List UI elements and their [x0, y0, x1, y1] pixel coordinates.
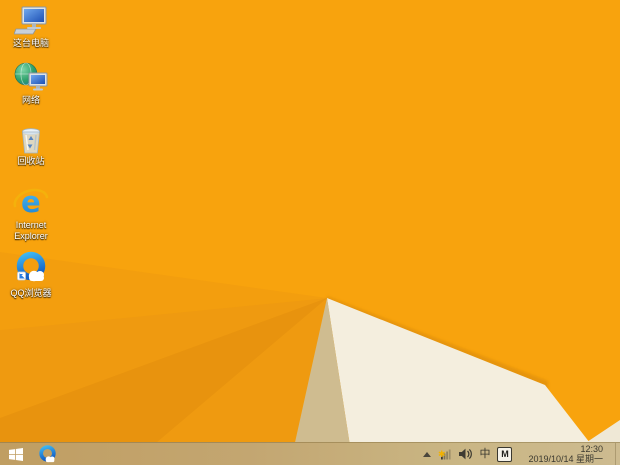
desktop-icon-label: QQ浏览器 — [10, 288, 52, 298]
network-status-button[interactable]: ✱ — [438, 448, 452, 461]
taskbar-qq-browser-button[interactable] — [32, 443, 62, 465]
qq-browser-icon — [38, 444, 56, 462]
desktop-icon-label: 这台电脑 — [12, 38, 49, 48]
taskbar: ✱ 中 M 12:30 2019/10/14 星期一 — [0, 442, 620, 465]
system-tray: ✱ 中 M 12:30 2019/10/14 星期一 — [423, 442, 620, 465]
chevron-up-icon — [423, 451, 432, 457]
taskbar-clock[interactable]: 12:30 2019/10/14 星期一 — [528, 444, 603, 464]
desktop: 这台电脑 网络 回收站 e Internet Explorer QQ浏览器 ✱ … — [0, 0, 620, 465]
recycle-bin-icon — [22, 128, 40, 154]
this-pc-icon — [14, 6, 47, 35]
show-hidden-icons-button[interactable] — [423, 451, 432, 457]
wallpaper — [0, 0, 620, 465]
internet-explorer-icon: e — [13, 185, 49, 219]
ime-badge[interactable]: M — [497, 446, 513, 462]
show-desktop-button[interactable] — [615, 442, 620, 465]
network-warning-icon: ✱ — [438, 449, 452, 459]
windows-logo-icon — [9, 447, 23, 461]
network-icon — [14, 62, 48, 91]
desktop-icon-label: Internet Explorer — [14, 220, 48, 241]
desktop-icon-label: 回收站 — [17, 156, 45, 166]
desktop-icon-recycle-bin[interactable]: 回收站 — [4, 123, 58, 167]
svg-text:✱: ✱ — [438, 449, 446, 459]
volume-button[interactable] — [459, 448, 473, 460]
desktop-icon-network[interactable]: 网络 — [4, 62, 58, 106]
desktop-icon-this-pc[interactable]: 这台电脑 — [4, 5, 58, 49]
ime-language-indicator[interactable]: 中 — [479, 443, 490, 465]
clock-time: 12:30 — [580, 444, 603, 454]
clock-date: 2019/10/14 星期一 — [528, 454, 603, 464]
desktop-icon-internet-explorer[interactable]: e Internet Explorer — [4, 185, 58, 242]
desktop-icon-label: 网络 — [21, 95, 40, 105]
qq-browser-icon — [16, 251, 46, 282]
desktop-icon-qq-browser[interactable]: QQ浏览器 — [4, 251, 58, 299]
start-button[interactable] — [0, 443, 32, 465]
volume-icon — [459, 448, 473, 460]
